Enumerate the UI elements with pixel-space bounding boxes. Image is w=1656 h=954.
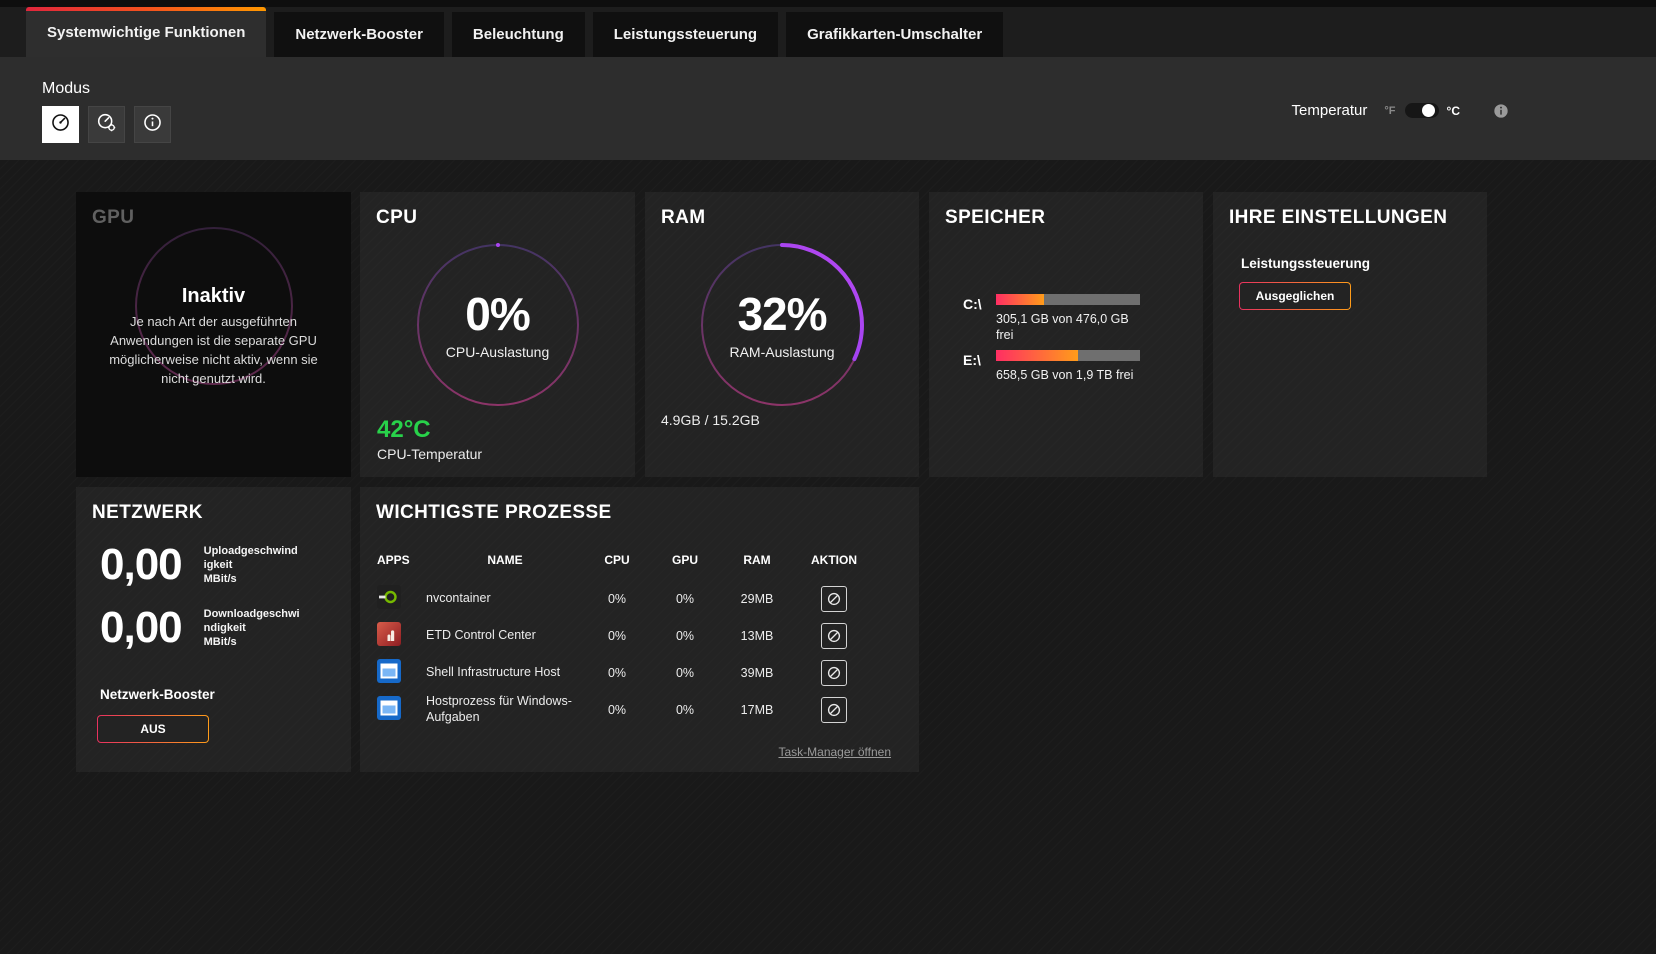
- info-icon: [142, 112, 163, 138]
- download-speed-value: 0,00: [100, 603, 183, 652]
- processes-table-header: APPS NAME CPU GPU RAM AKTION: [377, 553, 857, 567]
- your-settings-card: IHRE EINSTELLUNGEN Leistungssteuerung Au…: [1213, 192, 1487, 477]
- open-task-manager-link[interactable]: Task-Manager öffnen: [778, 745, 891, 759]
- network-card: NETZWERK 0,00 Uploadgeschwindigkeit MBit…: [76, 487, 351, 772]
- process-row-windows-host-process: Hostprozess für Windows-Aufgaben 0% 0% 1…: [377, 691, 904, 728]
- performance-mode-button[interactable]: Ausgeglichen: [1239, 282, 1351, 310]
- gauge-gear-icon: [96, 112, 117, 138]
- download-speed-label: Downloadgeschwindigkeit MBit/s: [203, 607, 300, 649]
- process-row-etd-control-center: ETD Control Center 0% 0% 13MB: [377, 617, 904, 654]
- drive-row-e: E:\ 658,5 GB von 1,9 TB frei: [963, 350, 1183, 383]
- performance-control-label: Leistungssteuerung: [1241, 256, 1371, 271]
- omen-gaming-hub-window: Systemwichtige Funktionen Netzwerk-Boost…: [0, 0, 1656, 954]
- temperature-label: Temperatur: [1291, 102, 1368, 119]
- toggle-knob: [1421, 104, 1435, 117]
- gpu-card: GPU Inaktiv Je nach Art der ausgeführten…: [76, 192, 351, 477]
- tab-network-booster[interactable]: Netzwerk-Booster: [274, 12, 444, 57]
- mode-buttons: [42, 106, 171, 143]
- drive-c-label: C:\: [963, 296, 982, 312]
- drive-e-usage-bar: [996, 350, 1140, 361]
- upload-speed-label: Uploadgeschwindigkeit MBit/s: [203, 544, 298, 586]
- upload-speed-value: 0,00: [100, 540, 183, 589]
- cpu-temperature-label: CPU-Temperatur: [377, 446, 483, 462]
- drive-c-free-space: 305,1 GB von 476,0 GB frei: [996, 312, 1129, 343]
- ram-card-title: RAM: [661, 207, 706, 228]
- cpu-usage-value: 0%: [465, 287, 530, 340]
- storage-card: SPEICHER C:\ 305,1 GB von 476,0 GB frei …: [929, 192, 1203, 477]
- tab-system-vitals[interactable]: Systemwichtige Funktionen: [26, 7, 267, 57]
- drive-c-usage-bar: [996, 294, 1140, 305]
- processes-card-title: WICHTIGSTE PROZESSE: [376, 502, 612, 523]
- settings-card-title: IHRE EINSTELLUNGEN: [1229, 207, 1448, 228]
- gauge-settings-mode-button[interactable]: [88, 106, 125, 143]
- temperature-controls: Temperatur °F °C: [1292, 102, 1509, 119]
- process-row-shell-infrastructure-host: Shell Infrastructure Host 0% 0% 39MB: [377, 654, 904, 691]
- mode-section-label: Modus: [42, 80, 91, 97]
- storage-card-title: SPEICHER: [945, 207, 1046, 228]
- cpu-usage-label: CPU-Auslastung: [445, 343, 550, 360]
- gpu-card-title: GPU: [92, 207, 135, 228]
- network-card-title: NETZWERK: [92, 502, 203, 523]
- cpu-card: CPU 0% CPU-Auslastung 42°C CPU-Temperatu…: [360, 192, 635, 477]
- subheader: Modus Temperatur °F °C: [0, 57, 1656, 160]
- upload-speed-row: 0,00 Uploadgeschwindigkeit MBit/s: [100, 537, 300, 593]
- windows-icon: [377, 659, 401, 686]
- tab-performance-control[interactable]: Leistungssteuerung: [592, 12, 779, 57]
- fahrenheit-label: °F: [1384, 104, 1396, 117]
- info-mode-button[interactable]: [134, 106, 171, 143]
- main-tabbar: Systemwichtige Funktionen Netzwerk-Boost…: [0, 0, 1656, 57]
- end-process-button[interactable]: [821, 696, 847, 723]
- drive-e-label: E:\: [963, 352, 981, 368]
- gpu-description: Je nach Art der ausgeführten Anwendungen…: [109, 314, 318, 386]
- end-process-button[interactable]: [821, 659, 847, 686]
- drive-e-free-space: 658,5 GB von 1,9 TB frei: [996, 368, 1134, 382]
- ram-card: RAM 32% RAM-Auslastung 4.9GB / 15.2GB: [645, 192, 919, 477]
- cpu-usage-ring: 0% CPU-Auslastung: [413, 240, 583, 410]
- top-processes-card: WICHTIGSTE PROZESSE APPS NAME CPU GPU RA…: [360, 487, 919, 772]
- temperature-unit-toggle[interactable]: [1404, 103, 1439, 118]
- ram-usage-label: RAM-Auslastung: [729, 343, 835, 360]
- ram-detail: 4.9GB / 15.2GB: [661, 412, 760, 428]
- processes-table: APPS NAME CPU GPU RAM AKTION nvcontainer…: [377, 553, 904, 728]
- process-row-nvcontainer: nvcontainer 0% 0% 29MB: [377, 580, 904, 617]
- etd-icon: [377, 622, 401, 649]
- windows-icon: [377, 696, 401, 723]
- download-speed-row: 0,00 Downloadgeschwindigkeit MBit/s: [100, 600, 300, 656]
- cpu-card-title: CPU: [376, 207, 418, 228]
- end-process-button[interactable]: [821, 622, 847, 649]
- temperature-info-icon[interactable]: [1493, 103, 1509, 119]
- nvidia-icon: [377, 585, 401, 612]
- network-booster-toggle-button[interactable]: AUS: [97, 715, 209, 743]
- end-process-button[interactable]: [821, 585, 847, 612]
- gpu-status: Inaktiv: [181, 285, 246, 307]
- ram-usage-value: 32%: [737, 287, 827, 340]
- network-booster-label: Netzwerk-Booster: [100, 687, 215, 702]
- gauge-icon: [50, 112, 71, 138]
- celsius-label: °C: [1446, 103, 1460, 118]
- ram-usage-ring: 32% RAM-Auslastung: [697, 240, 867, 410]
- drive-row-c: C:\ 305,1 GB von 476,0 GB frei: [963, 294, 1183, 344]
- tab-graphics-switcher[interactable]: Grafikkarten-Umschalter: [786, 12, 1004, 57]
- cpu-temperature-value: 42°C: [377, 416, 431, 443]
- gauge-mode-button[interactable]: [42, 106, 79, 143]
- tab-lighting[interactable]: Beleuchtung: [451, 12, 585, 57]
